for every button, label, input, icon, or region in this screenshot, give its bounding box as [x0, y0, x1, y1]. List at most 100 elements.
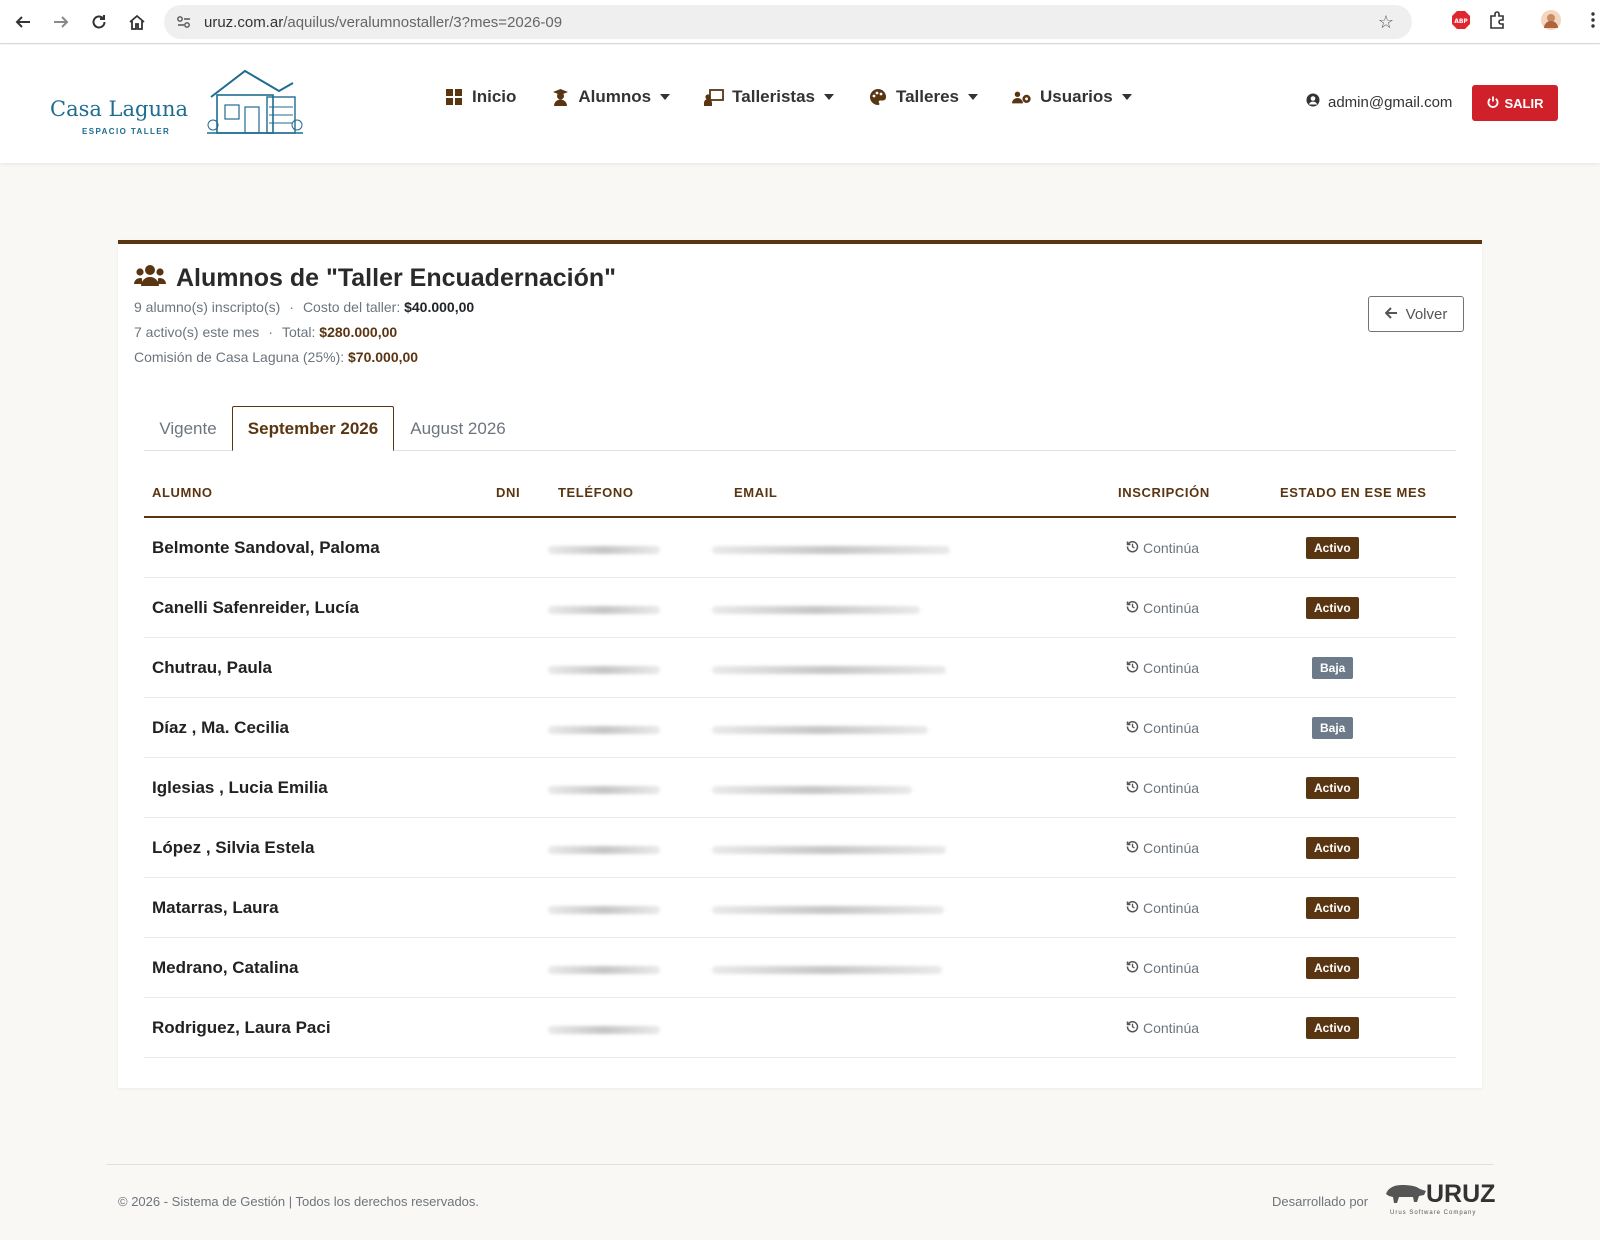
nav-inicio[interactable]: Inicio: [444, 87, 516, 107]
nav-usuarios[interactable]: Usuarios: [1012, 87, 1132, 107]
table-row: Canelli Safenreider, Lucía Continúa Activo: [144, 578, 1456, 638]
enrolled-summary: 9 alumno(s) inscripto(s) · Costo del talle…: [134, 299, 475, 315]
phone-redacted: [548, 666, 660, 674]
site-settings-icon[interactable]: [176, 14, 192, 30]
casa-laguna-logo[interactable]: Casa Laguna ESPACIO TALLER: [50, 67, 310, 142]
home-icon[interactable]: [118, 3, 156, 41]
uruz-logo-text: URUZ: [1426, 1180, 1496, 1208]
history-icon: [1126, 960, 1139, 976]
inscripcion-status: Continúa: [1143, 540, 1200, 556]
address-bar[interactable]: uruz.com.ar/aquilus/veralumnostaller/3?m…: [164, 5, 1412, 39]
palette-icon: [868, 87, 888, 107]
student-name[interactable]: Medrano, Catalina: [152, 958, 298, 978]
bison-icon: [1386, 1185, 1426, 1203]
back-button[interactable]: Volver: [1368, 296, 1464, 332]
students-table: ALUMNO DNI TELÉFONO EMAIL INSCRIPCIÓN ES…: [144, 470, 1456, 1058]
total-value: $280.000,00: [319, 324, 398, 340]
table-row: Medrano, Catalina Continúa Activo: [144, 938, 1456, 998]
page-title: Alumnos de "Taller Encuadernación": [134, 264, 616, 293]
status-badge: Activo: [1306, 957, 1359, 979]
logout-button[interactable]: SALIR: [1472, 85, 1558, 121]
email-redacted: [712, 546, 950, 554]
browser-menu-icon[interactable]: [1582, 9, 1600, 31]
svg-text:ABP: ABP: [1454, 18, 1468, 25]
history-icon: [1126, 720, 1139, 736]
email-redacted: [712, 666, 946, 674]
table-row: Iglesias , Lucia Emilia Continúa Activo: [144, 758, 1456, 818]
forward-arrow-icon[interactable]: [42, 3, 80, 41]
col-telefono[interactable]: TELÉFONO: [558, 485, 634, 500]
email-redacted: [712, 726, 928, 734]
inscripcion-status: Continúa: [1143, 960, 1200, 976]
table-row: Chutrau, Paula Continúa Baja: [144, 638, 1456, 698]
email-redacted: [712, 786, 912, 794]
bookmark-star-icon[interactable]: ☆: [1378, 12, 1394, 33]
logo-text: Casa Laguna: [50, 97, 189, 121]
status-badge: Activo: [1306, 537, 1359, 559]
student-name[interactable]: Belmonte Sandoval, Paloma: [152, 538, 380, 558]
history-icon: [1126, 540, 1139, 556]
student-name[interactable]: Iglesias , Lucia Emilia: [152, 778, 328, 798]
reload-icon[interactable]: [80, 3, 118, 41]
history-icon: [1126, 1020, 1139, 1036]
profile-avatar-icon[interactable]: [1540, 9, 1562, 31]
student-name[interactable]: Canelli Safenreider, Lucía: [152, 598, 359, 618]
inscripcion-status: Continúa: [1143, 780, 1200, 796]
arrow-left-icon: [1384, 306, 1398, 323]
student-name[interactable]: Matarras, Laura: [152, 898, 279, 918]
total-label: Total:: [281, 324, 316, 340]
table-row: López , Silvia Estela Continúa Activo: [144, 818, 1456, 878]
chevron-down-icon: [823, 94, 834, 100]
grid-icon: [444, 87, 464, 107]
col-inscripcion[interactable]: INSCRIPCIÓN: [1118, 485, 1210, 500]
student-name[interactable]: Rodriguez, Laura Paci: [152, 1018, 331, 1038]
tab-september-2026[interactable]: September 2026: [232, 406, 394, 451]
inscripcion-cell: Continúa: [1126, 780, 1199, 796]
email-redacted: [712, 966, 942, 974]
nav-talleres-label: Talleres: [895, 87, 959, 106]
enrolled-count: 9 alumno(s) inscripto(s): [134, 299, 281, 315]
col-dni[interactable]: DNI: [496, 485, 520, 500]
back-arrow-icon[interactable]: [4, 3, 42, 41]
cost-label: Costo del taller:: [302, 299, 401, 315]
nav-talleres[interactable]: Talleres: [868, 87, 978, 107]
phone-redacted: [548, 546, 660, 554]
house-illustration-icon: [207, 69, 303, 134]
inscripcion-status: Continúa: [1143, 660, 1200, 676]
email-redacted: [712, 606, 920, 614]
col-estado[interactable]: ESTADO EN ESE MES: [1280, 485, 1426, 500]
inscripcion-status: Continúa: [1143, 840, 1200, 856]
tab-vigente[interactable]: Vigente: [144, 406, 232, 451]
student-name[interactable]: López , Silvia Estela: [152, 838, 315, 858]
url-host: uruz.com.ar: [204, 13, 284, 31]
table-row: Rodriguez, Laura Paci Continúa Activo: [144, 998, 1456, 1058]
cost-value: $40.000,00: [404, 299, 475, 315]
inscripcion-cell: Continúa: [1126, 720, 1199, 736]
col-email[interactable]: EMAIL: [734, 485, 777, 500]
page-title-text: Alumnos de "Taller Encuadernación": [176, 264, 617, 292]
adblock-extension-icon[interactable]: ABP: [1450, 9, 1472, 31]
nav-alumnos-label: Alumnos: [578, 87, 652, 106]
nav-talleristas[interactable]: Talleristas: [704, 87, 834, 107]
status-badge: Activo: [1306, 1017, 1359, 1039]
table-row: Belmonte Sandoval, Paloma Continúa Activo: [144, 518, 1456, 578]
user-circle-icon: [1306, 93, 1320, 111]
main-navigation: Inicio Alumnos Talleristas Talleres Usua…: [444, 87, 1166, 107]
inscripcion-cell: Continúa: [1126, 660, 1199, 676]
col-alumno[interactable]: ALUMNO: [152, 485, 213, 500]
student-name[interactable]: Díaz , Ma. Cecilia: [152, 718, 289, 738]
power-icon: [1487, 96, 1499, 111]
back-label: Volver: [1405, 305, 1448, 323]
phone-redacted: [548, 846, 660, 854]
status-badge: Activo: [1306, 837, 1359, 859]
uruz-logo[interactable]: URUZ Urus Software Company: [1384, 1180, 1495, 1220]
tab-august-2026[interactable]: August 2026: [394, 406, 522, 451]
user-account[interactable]: admin@gmail.com: [1306, 93, 1452, 111]
nav-alumnos[interactable]: Alumnos: [550, 87, 671, 107]
student-icon: [550, 87, 570, 107]
month-tabs: Vigente September 2026 August 2026: [144, 406, 1456, 451]
student-name[interactable]: Chutrau, Paula: [152, 658, 272, 678]
teacher-icon: [704, 87, 725, 107]
phone-redacted: [548, 966, 660, 974]
extensions-puzzle-icon[interactable]: [1486, 9, 1508, 31]
